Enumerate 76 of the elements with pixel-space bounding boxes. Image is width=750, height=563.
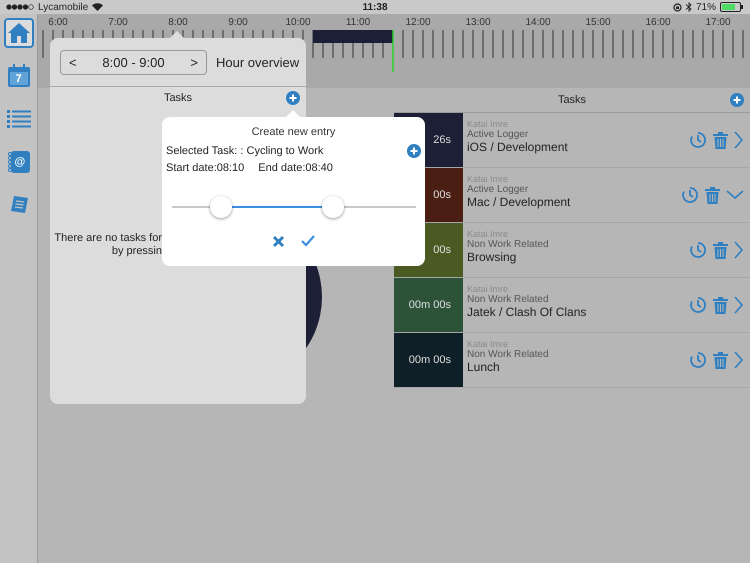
- add-icon[interactable]: [730, 93, 744, 107]
- task-name: Lunch: [467, 360, 501, 374]
- start-date: Start date:08:10: [166, 162, 244, 174]
- add-icon[interactable]: [286, 91, 300, 105]
- next-hour-button[interactable]: >: [190, 54, 198, 70]
- task-category: Active Logger: [467, 129, 530, 140]
- task-category: Active Logger: [467, 184, 530, 195]
- hour-label: 11:00: [344, 16, 372, 28]
- timer-icon[interactable]: [689, 241, 707, 259]
- empty-message: There are no tasks for: [54, 232, 162, 245]
- popover-title: Hour overview: [216, 54, 300, 70]
- add-icon[interactable]: [407, 144, 421, 158]
- calendar-day: 7: [15, 73, 22, 85]
- wifi-icon: [92, 3, 104, 11]
- bluetooth-icon: [686, 2, 692, 12]
- popover-title: Create new entry: [250, 126, 336, 138]
- previous-hour-button[interactable]: <: [69, 54, 77, 70]
- sidebar-item[interactable]: @: [4, 147, 34, 177]
- trash-icon[interactable]: [705, 186, 720, 204]
- task-name: iOS / Development: [467, 140, 569, 154]
- cancel-icon[interactable]: [272, 235, 285, 248]
- duration-block: 00m 00s: [394, 333, 463, 387]
- hour-label: 10:00: [284, 16, 312, 28]
- list-icon: [6, 109, 30, 129]
- sidebar-item[interactable]: [4, 18, 34, 48]
- confirm-icon[interactable]: [301, 235, 315, 248]
- hour-label: 13:00: [464, 16, 492, 28]
- timer-icon[interactable]: [689, 131, 707, 149]
- hour-label: 7:00: [107, 16, 129, 28]
- task-name: Mac / Development: [467, 195, 572, 209]
- battery-icon: [720, 2, 744, 12]
- chevron-right-icon[interactable]: [734, 296, 744, 314]
- tasks-heading: Tasks: [558, 94, 586, 106]
- address-book-icon: [6, 150, 30, 174]
- trash-icon[interactable]: [713, 296, 728, 314]
- task-name: Browsing: [467, 250, 518, 264]
- end-date: End date:08:40: [258, 162, 333, 174]
- selected-task: Selected Task: : Cycling to Work: [166, 145, 324, 157]
- hour-label: 16:00: [644, 16, 672, 28]
- chevron-right-icon[interactable]: [734, 131, 744, 149]
- range-slider[interactable]: [172, 195, 416, 219]
- slider-thumb[interactable]: [322, 196, 344, 218]
- empty-message: by pressin: [112, 245, 162, 258]
- chevron-right-icon[interactable]: [734, 351, 744, 369]
- chevron-down-icon[interactable]: [726, 190, 744, 200]
- timer-icon[interactable]: [681, 186, 699, 204]
- task-category: Non Work Related: [467, 349, 550, 360]
- battery-percent: 71%: [696, 2, 716, 12]
- hour-label: 8:00: [167, 16, 189, 28]
- slider-thumb[interactable]: [210, 196, 232, 218]
- hour-label: 6:00: [47, 16, 69, 28]
- at-sign: @: [14, 156, 26, 168]
- trash-icon[interactable]: [713, 132, 728, 148]
- hour-label: 12:00: [404, 16, 432, 28]
- hour-range-control[interactable]: < 8:00 - 9:00 >: [60, 50, 207, 74]
- timer-icon[interactable]: [689, 351, 707, 369]
- calendar-icon: [6, 64, 30, 88]
- hour-label: 17:00: [704, 16, 732, 28]
- task-name: Jatek / Clash Of Clans: [467, 305, 588, 319]
- signal-icon: [6, 4, 34, 10]
- task-category: Non Work Related: [467, 294, 550, 305]
- carrier-name: Lycamobile: [38, 2, 88, 12]
- home-icon: [6, 22, 30, 44]
- task-category: Non Work Related: [467, 239, 550, 250]
- clock-time: 11:38: [362, 2, 388, 12]
- hour-label: 15:00: [584, 16, 612, 28]
- chevron-right-icon[interactable]: [734, 241, 744, 259]
- hour-label: 9:00: [227, 16, 249, 28]
- duration-block: 00m 00s: [394, 278, 463, 332]
- tasks-heading: Tasks: [164, 92, 192, 104]
- hour-label: 14:00: [524, 16, 552, 28]
- trash-icon[interactable]: [713, 242, 728, 258]
- trash-icon[interactable]: [713, 352, 728, 368]
- hour-range: 8:00 - 9:00: [102, 54, 165, 70]
- rotation-lock-icon: [672, 2, 682, 12]
- timer-icon[interactable]: [689, 296, 707, 314]
